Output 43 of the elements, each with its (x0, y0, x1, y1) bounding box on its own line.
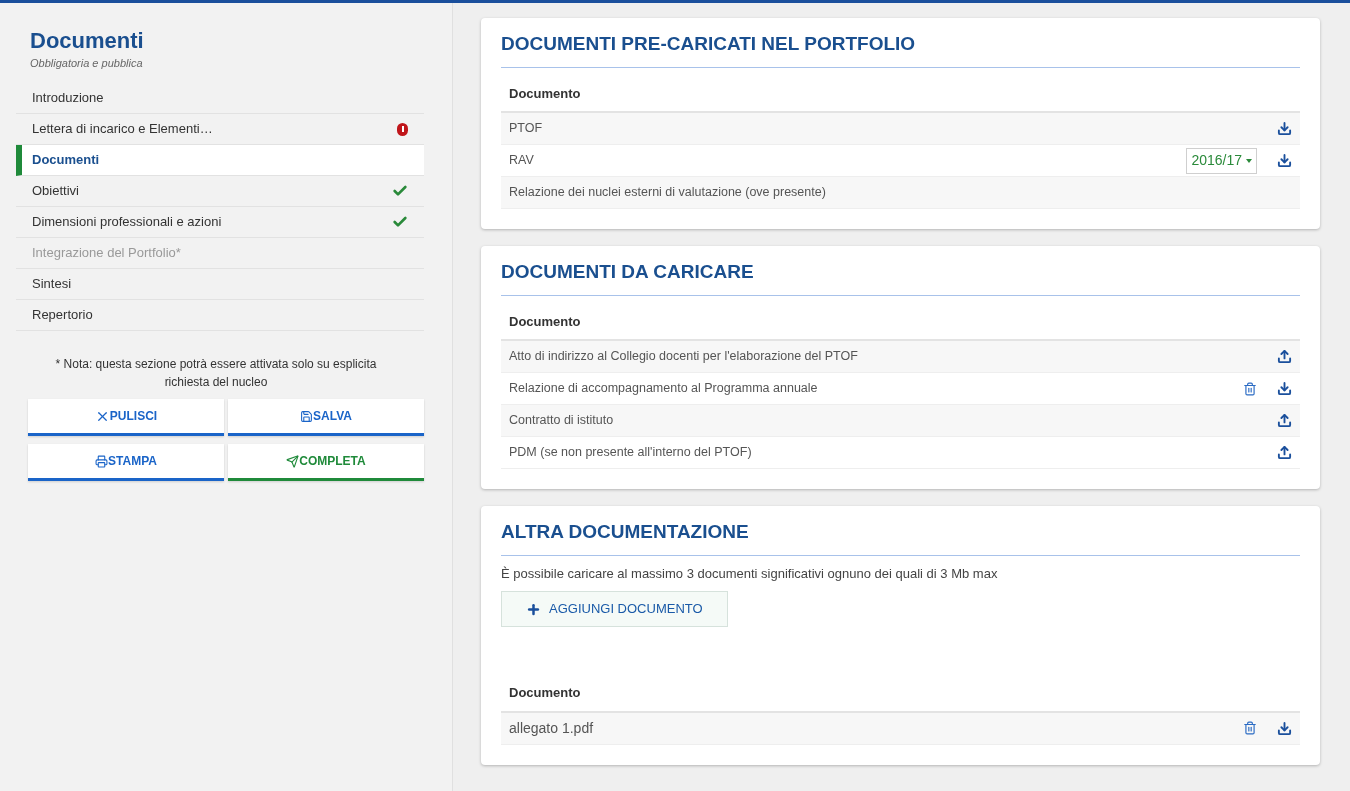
document-name: Contratto di istituto (509, 412, 615, 430)
nav-item[interactable]: Documenti (16, 145, 424, 176)
document-name: PDM (se non presente all'interno del PTOF) (509, 444, 753, 462)
printer-icon (95, 454, 109, 468)
document-name: RAV (509, 152, 535, 170)
document-name: allegato 1.pdf (509, 718, 595, 738)
add-document-button[interactable]: AGGIUNGI DOCUMENTO (501, 591, 728, 627)
check-icon (392, 183, 408, 199)
caret-icon (1246, 158, 1252, 163)
sidebar-subtitle: Obbligatoria e pubblica (29, 55, 144, 71)
action-button[interactable]: PULISCI (28, 399, 224, 436)
download-button[interactable] (1277, 121, 1292, 136)
note-text: * Nota: questa sezione potrà essere attivata solo su esplicita richiesta del nucleo (54, 356, 378, 391)
nav-item[interactable]: Repertorio (16, 300, 424, 331)
download-button[interactable] (1277, 720, 1292, 736)
document-name: Atto di indirizzo al Collegio docenti per l'elaborazione del PTOF (509, 348, 859, 366)
nav-item[interactable]: Dimensioni professionali e azioni (16, 207, 424, 238)
section-title: DOCUMENTI PRE-CARICATI NEL PORTFOLIO (501, 30, 1300, 68)
nav-item[interactable]: Sintesi (16, 269, 424, 300)
action-button[interactable]: STAMPA (28, 444, 224, 481)
document-name: Relazione dei nuclei esterni di valutazione (ove presente) (509, 184, 827, 202)
delete-button[interactable] (1243, 721, 1257, 735)
download-button[interactable] (1277, 153, 1292, 168)
check-icon (392, 214, 408, 230)
upload-button[interactable] (1277, 413, 1292, 428)
sidebar-title: Documenti (29, 27, 145, 55)
upload-button[interactable] (1277, 445, 1292, 460)
section-description: È possibile caricare al massimo 3 documenti significativi ognuno dei quali di 3 Mb max (501, 564, 999, 583)
error-icon (397, 122, 408, 136)
delete-button[interactable] (1243, 381, 1257, 396)
document-name: Relazione di accompagnamento al Programma annuale (509, 380, 819, 398)
action-button[interactable]: COMPLETA (228, 444, 424, 481)
section-title: ALTRA DOCUMENTAZIONE (501, 518, 1300, 556)
nav-item[interactable]: Obiettivi (16, 176, 424, 207)
paper-plane-icon (286, 454, 300, 468)
section-title: DOCUMENTI DA CARICARE (501, 258, 1300, 296)
nav-item[interactable]: Introduzione (16, 83, 424, 114)
plus-icon (526, 601, 541, 617)
year-select[interactable]: 2016/17 (1186, 147, 1257, 174)
upload-button[interactable] (1277, 349, 1292, 364)
action-button[interactable]: SALVA (228, 399, 424, 436)
document-name: PTOF (509, 120, 544, 138)
download-button[interactable] (1277, 381, 1292, 396)
